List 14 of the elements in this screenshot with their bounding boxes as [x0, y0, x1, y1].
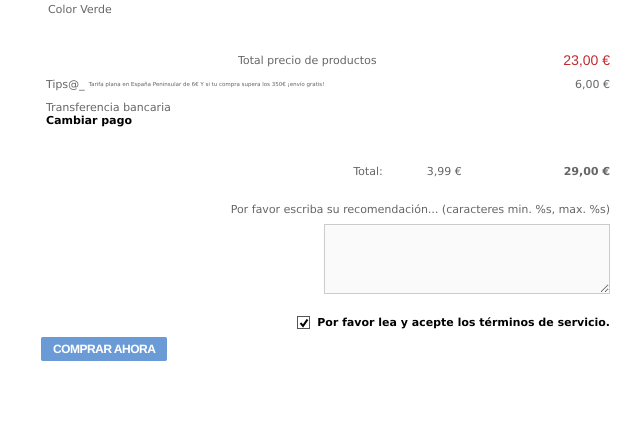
- products-total-label: Total precio de productos: [238, 54, 377, 66]
- product-variant: Color Verde: [48, 3, 113, 16]
- total-amount: 29,00 €: [564, 165, 610, 178]
- recommendation-field[interactable]: [324, 224, 610, 294]
- change-payment-link[interactable]: Cambiar pago: [46, 114, 132, 127]
- payment-method: Transferencia bancaria: [46, 101, 172, 114]
- terms-label: Por favor lea y acepte los términos de servicio.: [317, 316, 610, 329]
- shipping-price: 6,00 €: [575, 78, 610, 91]
- products-total-price: 23,00 €: [563, 52, 610, 68]
- total-label: Total:: [353, 165, 383, 178]
- recommendation-label: Por favor escriba su recomendación... (caracteres min. %s, max. %s): [230, 203, 610, 216]
- shipping-label: Tips@_: [46, 78, 85, 91]
- terms-checkbox[interactable]: [297, 316, 310, 329]
- total-tax: 3,99 €: [426, 165, 462, 178]
